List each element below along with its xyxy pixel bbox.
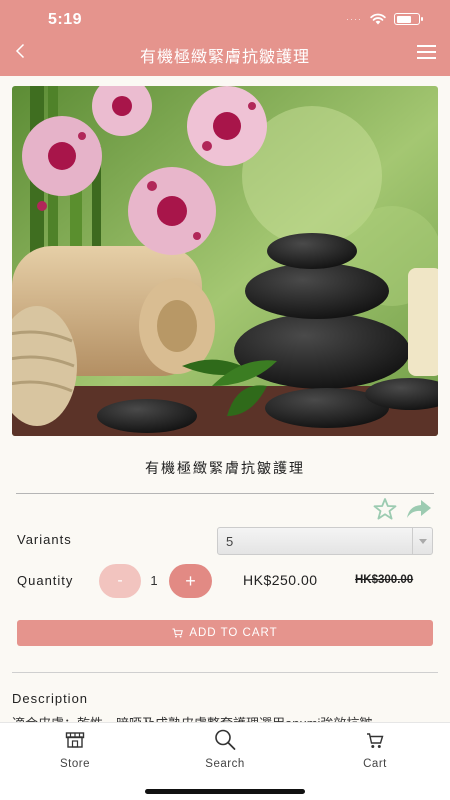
signal-icon: ···· <box>346 14 362 24</box>
divider <box>12 672 438 673</box>
current-price: HK$250.00 <box>243 572 318 588</box>
tab-store-label: Store <box>60 758 90 770</box>
add-to-cart-label: ADD TO CART <box>189 627 278 639</box>
quantity-decrease-button[interactable]: - <box>99 564 141 598</box>
tab-search[interactable]: Search <box>180 728 270 770</box>
search-icon <box>215 729 236 750</box>
divider <box>16 493 434 494</box>
description-heading: Description <box>12 691 89 706</box>
original-price: HK$300.00 <box>355 574 414 586</box>
product-image <box>12 86 438 436</box>
home-indicator <box>145 789 305 794</box>
share-button[interactable] <box>406 498 432 520</box>
back-button[interactable] <box>10 39 30 63</box>
wifi-icon <box>370 13 386 25</box>
quantity-increase-button[interactable]: + <box>169 564 212 598</box>
cart-icon <box>367 733 384 748</box>
add-to-cart-button[interactable]: ADD TO CART <box>17 620 433 646</box>
page-title: 有機極緻緊膚抗皺護理 <box>139 49 310 66</box>
status-time: 5:19 <box>48 11 83 28</box>
chevron-down-icon <box>412 528 432 554</box>
spa-photo-illustration <box>12 86 438 436</box>
tab-search-label: Search <box>205 758 245 770</box>
battery-icon <box>394 13 423 25</box>
variant-selected-value: 5 <box>226 534 234 549</box>
product-name: 有機極緻緊膚抗皺護理 <box>145 460 305 476</box>
share-arrow-icon <box>407 500 431 518</box>
tab-cart-label: Cart <box>363 758 387 770</box>
tab-cart[interactable]: Cart <box>330 728 420 770</box>
tab-store[interactable]: Store <box>30 728 120 770</box>
cart-icon <box>172 628 184 638</box>
quantity-label: Quantity <box>17 573 74 588</box>
status-indicators: ···· <box>346 13 423 25</box>
variant-select[interactable]: 5 <box>217 527 433 555</box>
store-icon <box>65 732 85 748</box>
quantity-value: 1 <box>150 573 158 588</box>
favorite-button[interactable] <box>372 497 398 521</box>
app-header: 5:19 ···· 有機極緻緊膚抗皺護理 <box>0 0 450 76</box>
menu-icon[interactable] <box>417 45 436 59</box>
variants-label: Variants <box>17 532 72 547</box>
chevron-left-icon <box>15 43 25 59</box>
star-icon <box>373 498 397 520</box>
